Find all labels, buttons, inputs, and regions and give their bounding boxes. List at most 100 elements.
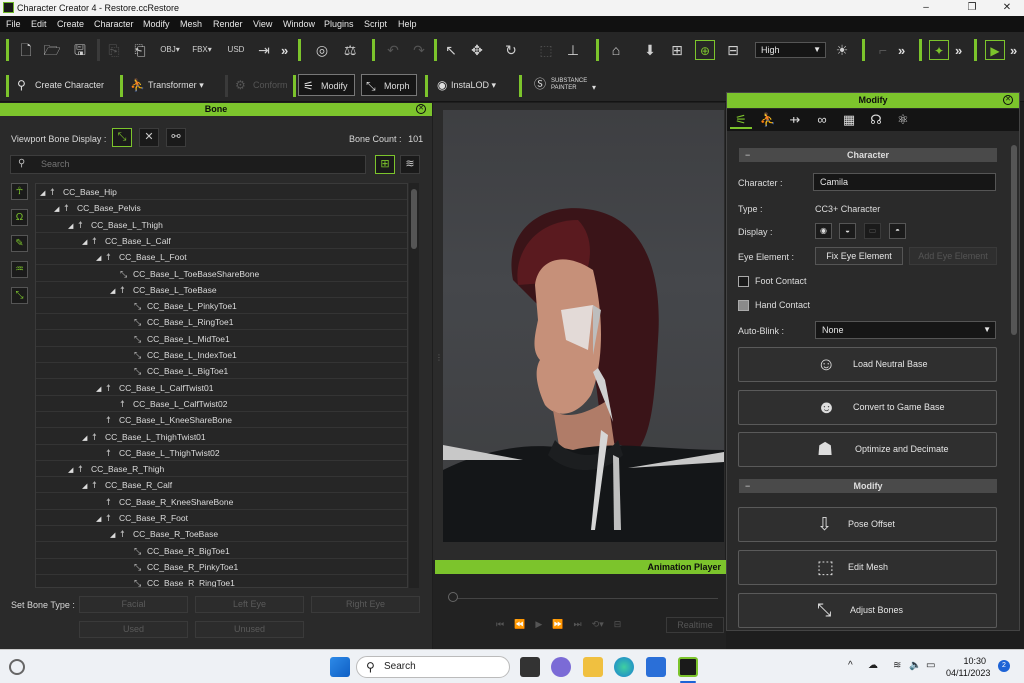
more-icon[interactable]: » <box>1010 43 1017 58</box>
save-icon[interactable]: 🖫 <box>70 40 90 60</box>
obj-icon[interactable]: OBJ▾ <box>160 40 180 60</box>
edit-mesh-button[interactable]: ⬚ Edit Mesh <box>738 550 997 585</box>
menu-character[interactable]: Character <box>94 19 134 29</box>
clock[interactable]: 10:30 04/11/2023 <box>946 655 990 679</box>
bone-tree-row[interactable]: ☨ CC_Base_L_CalfTwist02 <box>36 396 407 412</box>
optimize-and-decimate-button[interactable]: ☗ Optimize and Decimate <box>738 432 997 467</box>
menu-script[interactable]: Script <box>364 19 387 29</box>
rotate-icon[interactable]: ↻ <box>501 40 521 60</box>
hand-contact-checkbox[interactable] <box>738 300 749 311</box>
bone-tree-row[interactable]: ◢ ☨ CC_Base_R_ToeBase <box>36 526 407 543</box>
menu-edit[interactable]: Edit <box>31 19 47 29</box>
notification-badge[interactable]: 2 <box>998 660 1010 672</box>
bone-display-joint-icon[interactable]: ⚯ <box>166 128 186 147</box>
windows-start-icon[interactable] <box>330 657 350 677</box>
face-bone-icon[interactable]: Ω <box>11 209 28 226</box>
menu-view[interactable]: View <box>253 19 272 29</box>
modify-scrollbar[interactable] <box>1011 145 1017 335</box>
bone-tree-row[interactable]: ⤡ CC_Base_R_BigToe1 <box>36 543 407 559</box>
bone-type-right-eye-button[interactable]: Right Eye <box>311 596 420 613</box>
fbx-icon[interactable]: FBX▾ <box>192 40 212 60</box>
head-icon[interactable]: ☊ <box>865 111 887 129</box>
more-icon[interactable]: » <box>898 43 905 58</box>
scale-icon[interactable]: ⬚ <box>536 40 556 60</box>
bone-tree-row[interactable]: ⤡ CC_Base_L_MidToe1 <box>36 331 407 347</box>
convert-to-game-base-button[interactable]: ☻ Convert to Game Base <box>738 390 997 425</box>
cloud-icon[interactable]: ☁ <box>868 660 878 671</box>
grid-icon[interactable]: ⊟ <box>723 40 743 60</box>
prev-frame-icon[interactable]: ⏪ <box>514 619 525 629</box>
modify-button[interactable]: ⚟ Modify <box>298 74 355 96</box>
battery-icon[interactable]: ▭ <box>926 660 935 671</box>
bounding-box-icon[interactable]: ▭ <box>864 223 881 239</box>
menu-render[interactable]: Render <box>213 19 243 29</box>
open-folder-icon[interactable]: 🗁 <box>42 40 62 60</box>
frame-icon[interactable]: ⊞ <box>667 40 687 60</box>
adjust-bones-button[interactable]: ⤡ Adjust Bones <box>738 593 997 628</box>
light-icon[interactable]: ☀ <box>832 40 852 60</box>
shadow-icon[interactable]: ◓ <box>889 223 906 239</box>
bone-type-used-button[interactable]: Used <box>79 621 188 638</box>
minimize-button[interactable]: – <box>912 1 940 15</box>
bone-display-green-icon[interactable]: ⤡ <box>112 128 132 147</box>
quality-select[interactable]: High ▼ <box>755 42 826 58</box>
fit-icon[interactable]: ⬇ <box>640 40 660 60</box>
close-icon[interactable]: ✕ <box>416 104 426 114</box>
bone-tree-row[interactable]: ◢ ☨ CC_Base_L_Foot <box>36 249 407 266</box>
import-icon[interactable]: ⎘ <box>104 40 124 60</box>
fullscreen-icon[interactable]: ⊟ <box>614 619 622 629</box>
conform-button[interactable]: ⚙ Conform <box>231 74 288 96</box>
menu-mesh[interactable]: Mesh <box>180 19 202 29</box>
menu-plugins[interactable]: Plugins <box>324 19 354 29</box>
play-icon[interactable]: ▶ <box>535 619 542 629</box>
3d-viewport[interactable] <box>443 110 724 542</box>
character-section-header[interactable]: − Character <box>739 148 997 162</box>
task-view-icon[interactable] <box>520 657 540 677</box>
sliders-icon[interactable]: ⚟ <box>730 111 752 129</box>
hierarchy-icon[interactable]: ⊞ <box>375 155 395 174</box>
next-frame-icon[interactable]: ⏩ <box>552 619 563 629</box>
link-icon[interactable]: ∞ <box>811 111 833 129</box>
auto-blink-select[interactable]: None ▼ <box>815 321 996 339</box>
scrollbar-thumb[interactable] <box>411 189 417 249</box>
bone-type-facial-button[interactable]: Facial <box>79 596 188 613</box>
menu-modify[interactable]: Modify <box>143 19 170 29</box>
spring-bone-icon[interactable]: ♒ <box>11 261 28 278</box>
timeline-scrubber[interactable] <box>448 592 458 602</box>
pose-offset-button[interactable]: ⇩ Pose Offset <box>738 507 997 542</box>
bone-tree-row[interactable]: ⤡ CC_Base_L_IndexToe1 <box>36 347 407 363</box>
bone-tree-row[interactable]: ☨ CC_Base_L_KneeShareBone <box>36 412 407 429</box>
realtime-select[interactable]: Realtime <box>666 617 724 633</box>
new-file-icon[interactable]: 🗋 <box>16 40 36 60</box>
skip-start-icon[interactable]: ⏮ <box>496 619 504 629</box>
bone-tree-row[interactable]: ◢ ☨ CC_Base_R_Calf <box>36 477 407 494</box>
bone-tree-row[interactable]: ◢ ☨ CC_Base_Pelvis <box>36 200 407 217</box>
undo-icon[interactable]: ↶ <box>383 40 403 60</box>
select-icon[interactable]: ↖ <box>441 40 461 60</box>
bone-tree-row[interactable]: ⤡ CC_Base_R_PinkyToe1 <box>36 559 407 575</box>
accessory-bone-icon[interactable]: ⤡ <box>11 287 28 304</box>
file-explorer-icon[interactable] <box>583 657 603 677</box>
character-name-field[interactable]: Camila <box>813 173 996 191</box>
loop-icon[interactable]: ⟲▾ <box>592 619 604 629</box>
bone-tree-row[interactable]: ⤡ CC_Base_L_PinkyToe1 <box>36 298 407 315</box>
bone-tree-row[interactable]: ☨ CC_Base_L_ThighTwist02 <box>36 445 407 461</box>
close-icon[interactable]: ✕ <box>1003 95 1013 105</box>
menu-help[interactable]: Help <box>398 19 417 29</box>
bone-tree-row[interactable]: ⤡ CC_Base_L_RingToe1 <box>36 314 407 331</box>
wireframe-icon[interactable]: ◒ <box>839 223 856 239</box>
menu-create[interactable]: Create <box>57 19 84 29</box>
move-icon[interactable]: ✥ <box>467 40 487 60</box>
bone-tree-row[interactable]: ◢ ☨ CC_Base_R_Thigh <box>36 461 407 478</box>
bone-search[interactable]: ⚲ <box>10 155 366 174</box>
add-eye-element-button[interactable]: Add Eye Element <box>909 247 997 265</box>
checker-icon[interactable]: ▦ <box>838 111 860 129</box>
pose-icon[interactable]: ⚖ <box>340 40 360 60</box>
bone-type-unused-button[interactable]: Unused <box>195 621 304 638</box>
maximize-button[interactable]: ❐ <box>958 1 986 15</box>
taskbar-search[interactable]: ⚲ Search <box>356 656 510 678</box>
redo-icon[interactable]: ↷ <box>409 40 429 60</box>
transformer-button[interactable]: ⛹ Transformer ▾ <box>126 74 204 96</box>
render-icon[interactable]: ✦ <box>929 40 949 60</box>
bone-tree-row[interactable]: ◢ ☨ CC_Base_L_CalfTwist01 <box>36 380 407 396</box>
